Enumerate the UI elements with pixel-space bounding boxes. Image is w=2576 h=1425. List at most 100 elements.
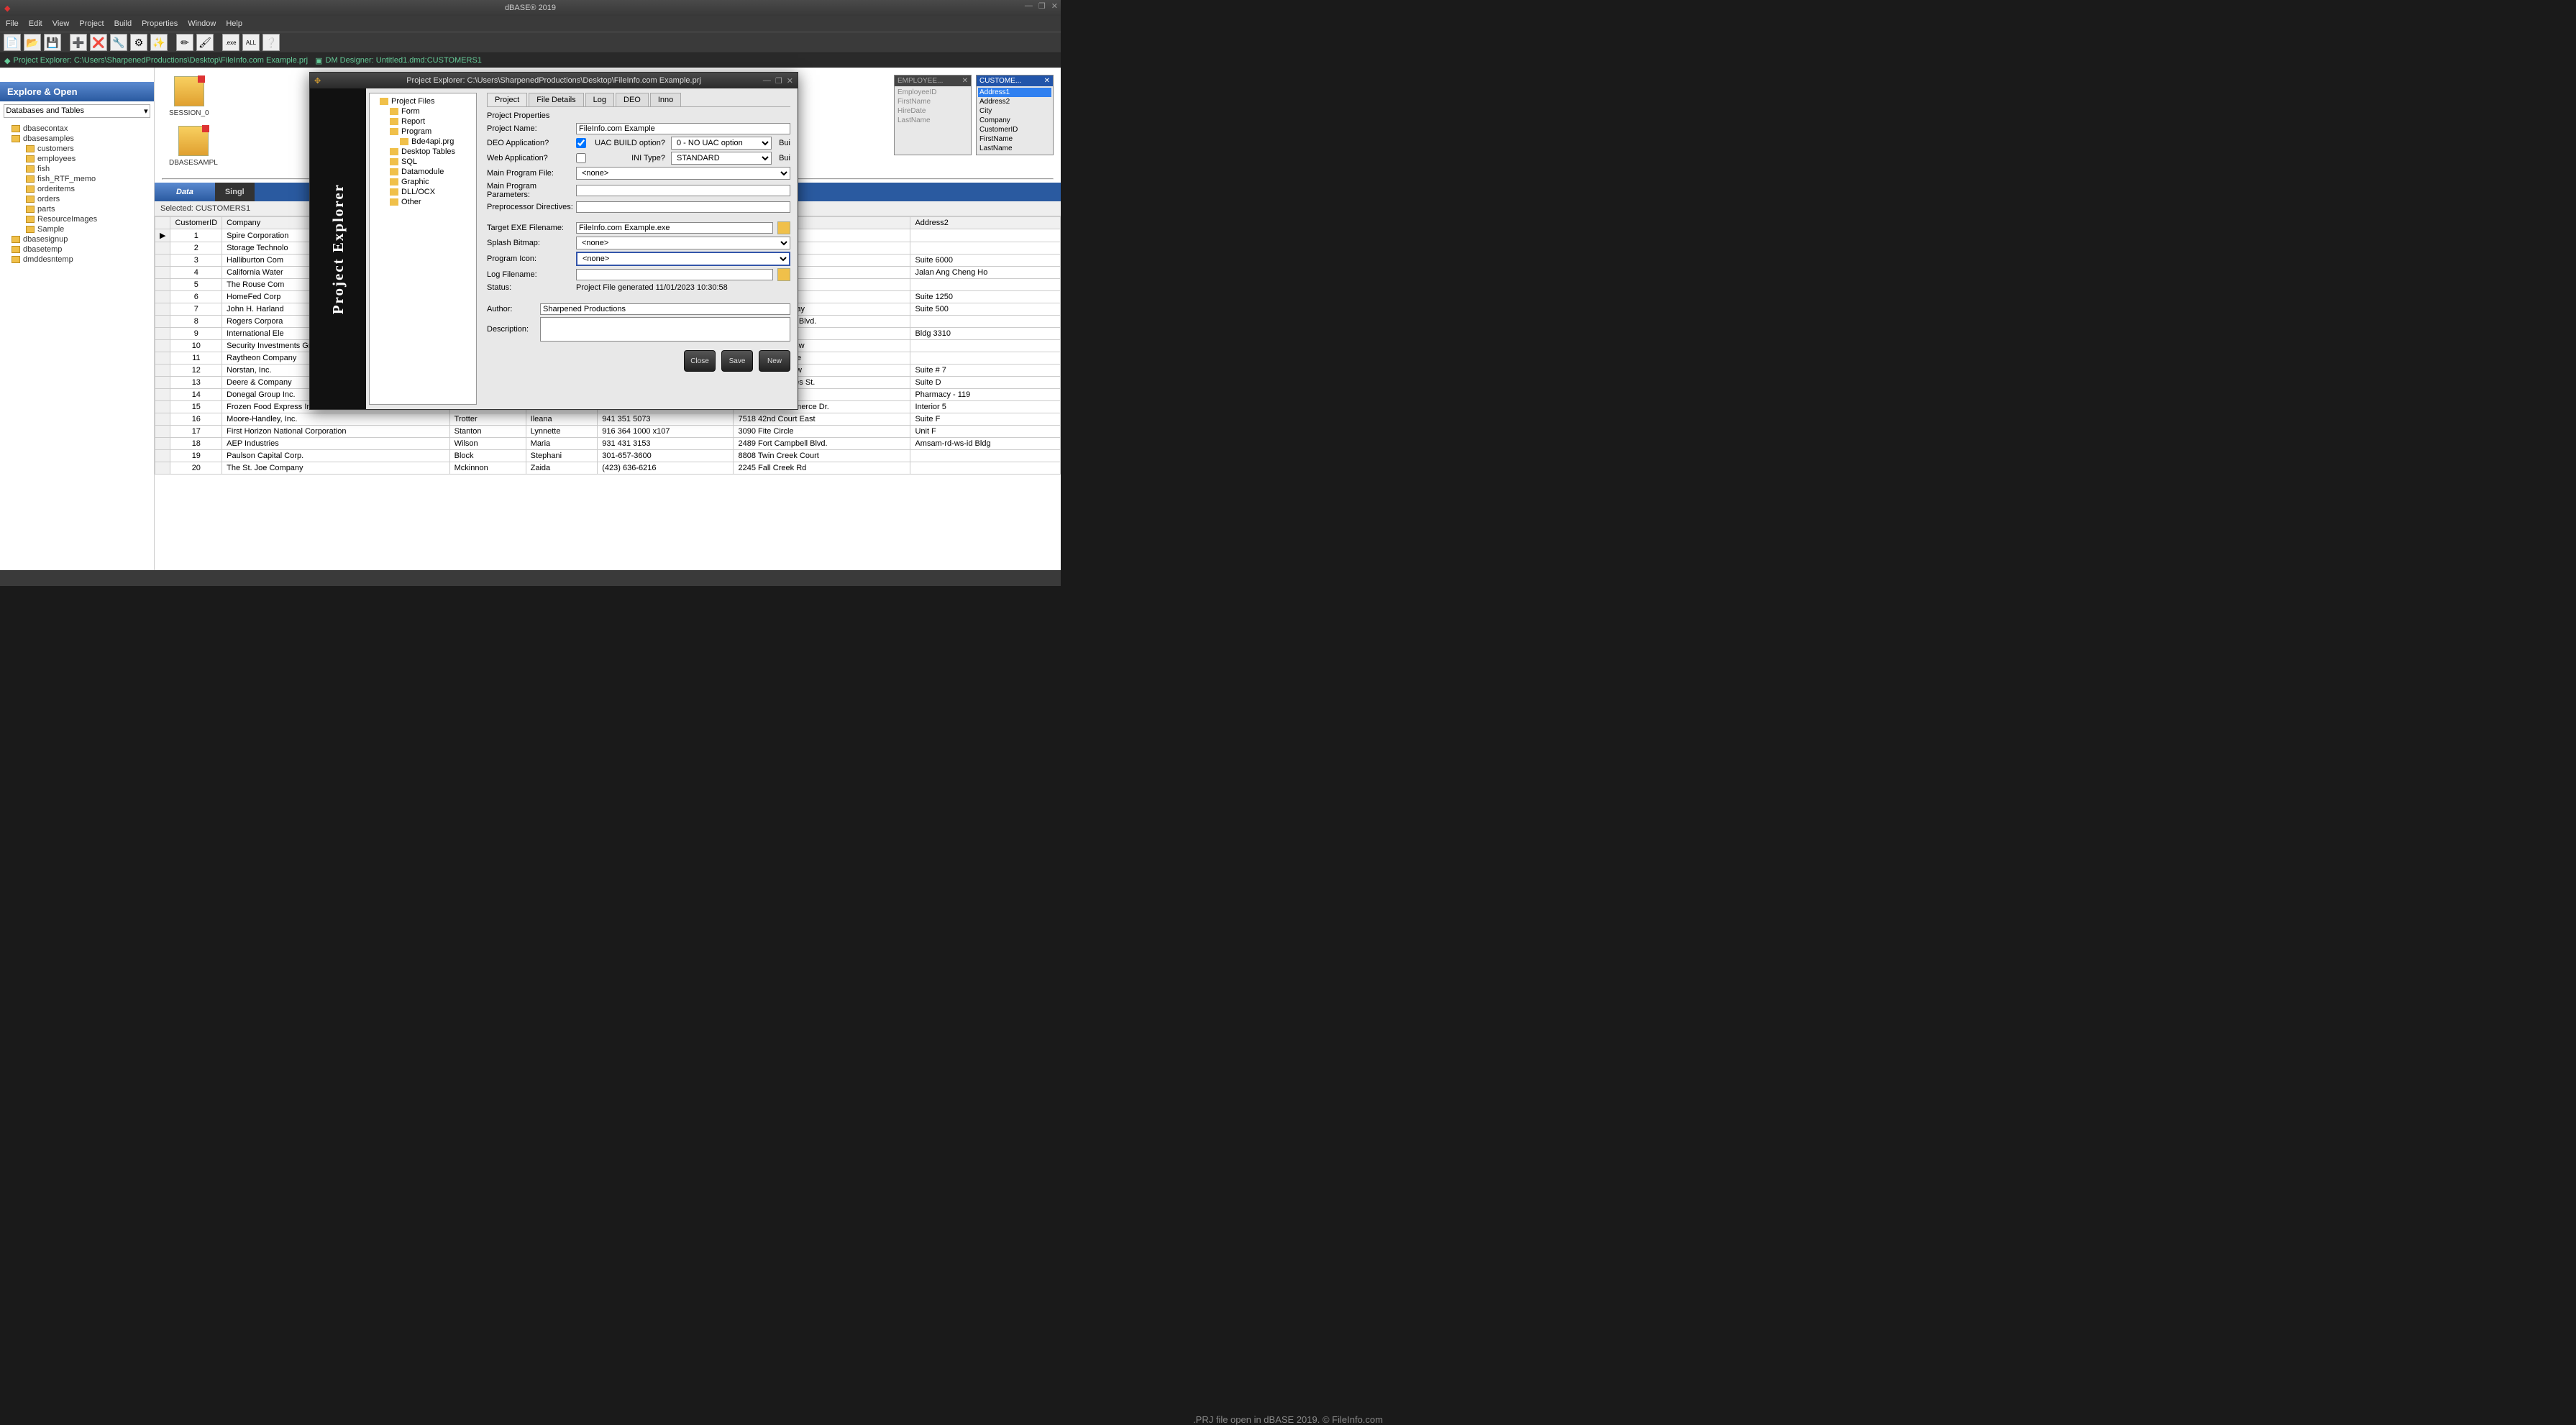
- field-item[interactable]: HireDate: [896, 106, 969, 116]
- ini-type-select[interactable]: STANDARD: [671, 152, 772, 165]
- col-header[interactable]: CustomerID: [170, 217, 222, 229]
- pencil-icon[interactable]: ✏: [176, 34, 193, 51]
- pe-tree-node[interactable]: DLL/OCX: [373, 187, 473, 197]
- menu-help[interactable]: Help: [226, 19, 242, 28]
- tree-node[interactable]: dmddesntemp: [3, 255, 151, 265]
- dbasesampl-icon[interactable]: DBASESAMPL: [169, 126, 218, 167]
- field-item[interactable]: LastName: [896, 116, 969, 125]
- field-item[interactable]: FirstName: [896, 97, 969, 106]
- tree-node[interactable]: orders: [3, 194, 151, 204]
- field-item[interactable]: EmployeeID: [896, 88, 969, 97]
- project-name-input[interactable]: [576, 123, 790, 134]
- close-icon[interactable]: ✕: [962, 77, 968, 85]
- new-button[interactable]: New: [759, 350, 790, 372]
- field-item[interactable]: Address1: [978, 88, 1051, 97]
- table-row[interactable]: 18AEP IndustriesWilsonMaria931 431 31532…: [155, 438, 1061, 450]
- prog-icon-select[interactable]: <none>: [576, 252, 790, 266]
- doc-tab-dm-designer[interactable]: ▣ DM Designer: Untitled1.dmd:CUSTOMERS1: [315, 56, 482, 65]
- tree-node[interactable]: Sample: [3, 224, 151, 234]
- save-icon[interactable]: 💾: [44, 34, 61, 51]
- exe-icon[interactable]: .exe: [222, 34, 239, 51]
- gear-icon[interactable]: ⚙: [130, 34, 147, 51]
- tree-node[interactable]: dbasesamples: [3, 134, 151, 144]
- author-input[interactable]: [540, 303, 790, 315]
- col-header[interactable]: Address2: [910, 217, 1061, 229]
- new-icon[interactable]: 📄: [4, 34, 21, 51]
- doc-tab-project-explorer[interactable]: ◆ Project Explorer: C:\Users\SharpenedPr…: [4, 56, 308, 65]
- customer-fields-panel[interactable]: CUSTOME...✕ Address1Address2CityCompanyC…: [976, 75, 1054, 155]
- add-icon[interactable]: ➕: [70, 34, 87, 51]
- wizard-icon[interactable]: ✨: [150, 34, 168, 51]
- db-tables-dropdown[interactable]: Databases and Tables ▾: [4, 104, 150, 118]
- field-item[interactable]: City: [978, 106, 1051, 116]
- pe-tree-node[interactable]: Program: [373, 127, 473, 137]
- single-tab[interactable]: Singl: [215, 183, 255, 201]
- tool-icon[interactable]: 🔧: [110, 34, 127, 51]
- web-app-checkbox[interactable]: [576, 153, 586, 163]
- brush-icon[interactable]: 🖌: [196, 34, 214, 51]
- tree-node[interactable]: dbasesignup: [3, 234, 151, 244]
- tree-node[interactable]: fish: [3, 164, 151, 174]
- table-row[interactable]: 16Moore-Handley, Inc.TrotterIleana941 35…: [155, 413, 1061, 426]
- pe-maximize-button[interactable]: ❐: [775, 76, 782, 86]
- pe-tree-node[interactable]: Graphic: [373, 177, 473, 187]
- data-tab[interactable]: Data: [155, 183, 215, 201]
- menu-file[interactable]: File: [6, 19, 19, 28]
- close-button[interactable]: ✕: [1051, 1, 1058, 11]
- remove-icon[interactable]: ❌: [90, 34, 107, 51]
- tab-inno[interactable]: Inno: [650, 93, 681, 106]
- deo-app-checkbox[interactable]: [576, 138, 586, 148]
- pe-tree-node[interactable]: Datamodule: [373, 167, 473, 177]
- tab-deo[interactable]: DEO: [616, 93, 649, 106]
- maximize-button[interactable]: ❐: [1038, 1, 1046, 11]
- tab-project[interactable]: Project: [487, 93, 527, 106]
- target-exe-input[interactable]: [576, 222, 773, 234]
- close-button[interactable]: Close: [684, 350, 716, 372]
- move-icon[interactable]: ✥: [314, 76, 321, 86]
- tab-file-details[interactable]: File Details: [529, 93, 583, 106]
- browse-log-button[interactable]: [777, 268, 790, 281]
- menu-properties[interactable]: Properties: [142, 19, 178, 28]
- pe-tree-node[interactable]: Bde4api.prg: [373, 137, 473, 147]
- save-button[interactable]: Save: [721, 350, 753, 372]
- splash-select[interactable]: <none>: [576, 237, 790, 249]
- minimize-button[interactable]: —: [1025, 1, 1033, 11]
- pe-minimize-button[interactable]: —: [763, 76, 771, 86]
- tree-node[interactable]: parts: [3, 204, 151, 214]
- all-icon[interactable]: ALL: [242, 34, 260, 51]
- table-row[interactable]: 19Paulson Capital Corp.BlockStephani301-…: [155, 450, 1061, 462]
- tree-node[interactable]: fish_RTF_memo: [3, 174, 151, 184]
- pe-tree-node[interactable]: Form: [373, 106, 473, 116]
- pe-close-button[interactable]: ✕: [787, 76, 793, 86]
- help-icon[interactable]: ❔: [262, 34, 280, 51]
- table-row[interactable]: 17First Horizon National CorporationStan…: [155, 426, 1061, 438]
- field-item[interactable]: Company: [978, 116, 1051, 125]
- browse-exe-button[interactable]: [777, 221, 790, 234]
- tree-node[interactable]: orderitems: [3, 184, 151, 194]
- pe-tree-node[interactable]: Project Files: [373, 96, 473, 106]
- open-icon[interactable]: 📂: [24, 34, 41, 51]
- menu-view[interactable]: View: [52, 19, 70, 28]
- preproc-input[interactable]: [576, 201, 790, 213]
- project-files-tree[interactable]: Project FilesFormReportProgramBde4api.pr…: [369, 93, 477, 405]
- tree-node[interactable]: ResourceImages: [3, 214, 151, 224]
- pe-tree-node[interactable]: Other: [373, 197, 473, 207]
- menu-project[interactable]: Project: [79, 19, 104, 28]
- tree-node[interactable]: employees: [3, 154, 151, 164]
- uac-build-select[interactable]: 0 - NO UAC option: [671, 137, 772, 150]
- pe-tree-node[interactable]: Report: [373, 116, 473, 127]
- tree-node[interactable]: customers: [3, 144, 151, 154]
- tab-log[interactable]: Log: [585, 93, 614, 106]
- table-row[interactable]: 20The St. Joe CompanyMckinnonZaida(423) …: [155, 462, 1061, 475]
- field-item[interactable]: FirstName: [978, 134, 1051, 144]
- menu-build[interactable]: Build: [114, 19, 132, 28]
- tree-node[interactable]: dbasecontax: [3, 124, 151, 134]
- main-params-input[interactable]: [576, 185, 790, 196]
- field-item[interactable]: Address2: [978, 97, 1051, 106]
- session-icon[interactable]: SESSION_0: [169, 76, 209, 117]
- close-icon[interactable]: ✕: [1044, 77, 1050, 85]
- field-item[interactable]: CustomerID: [978, 125, 1051, 134]
- pe-tree-node[interactable]: SQL: [373, 157, 473, 167]
- tree-node[interactable]: dbasetemp: [3, 244, 151, 255]
- employee-fields-panel[interactable]: EMPLOYEE...✕ EmployeeIDFirstNameHireDate…: [894, 75, 972, 155]
